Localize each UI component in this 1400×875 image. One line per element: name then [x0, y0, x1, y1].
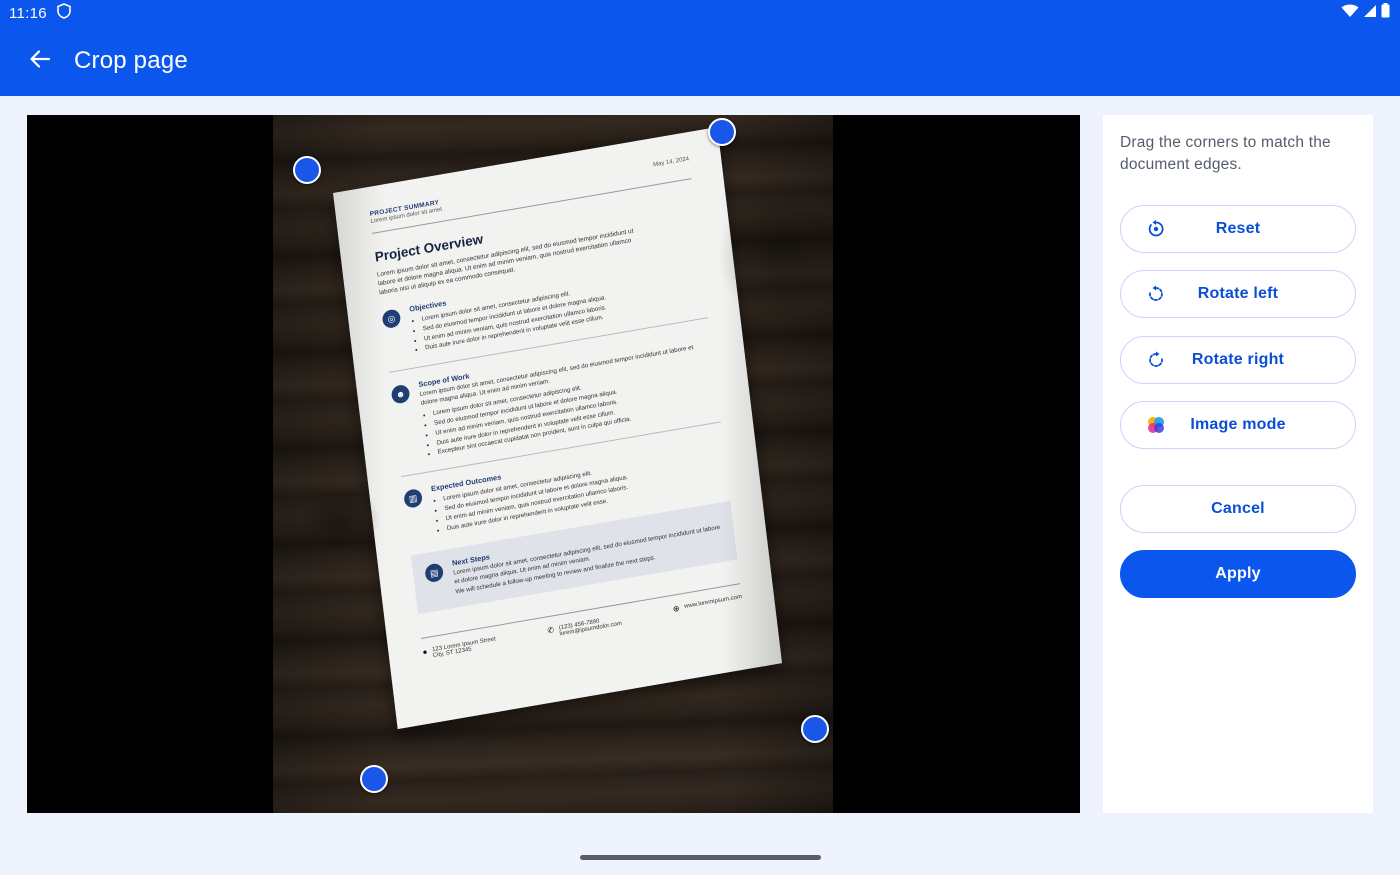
crop-handle-top-left[interactable] — [293, 156, 321, 184]
wifi-icon — [1341, 4, 1359, 23]
color-palette-icon — [1145, 414, 1167, 436]
crop-controls-panel: Drag the corners to match the document e… — [1103, 115, 1373, 813]
gesture-nav-handle[interactable] — [580, 855, 821, 860]
cancel-button[interactable]: Cancel — [1120, 485, 1356, 533]
apply-button[interactable]: Apply — [1120, 550, 1356, 598]
rotate-left-icon — [1145, 283, 1167, 305]
reset-label: Reset — [1215, 220, 1261, 237]
image-mode-label: Image mode — [1190, 416, 1286, 433]
signal-icon — [1363, 4, 1377, 23]
status-bar: 11:16 — [0, 0, 1400, 26]
reset-button[interactable]: Reset — [1120, 205, 1356, 253]
rotate-right-icon — [1145, 349, 1167, 371]
page-title: Crop page — [74, 47, 188, 74]
crop-handle-bottom-left[interactable] — [360, 765, 388, 793]
status-time: 11:16 — [9, 4, 47, 22]
reset-icon — [1145, 218, 1167, 240]
app-bar: Crop page — [0, 26, 1400, 96]
status-right — [1341, 3, 1390, 23]
apply-label: Apply — [1215, 565, 1261, 582]
shield-icon — [57, 2, 71, 24]
rotate-right-button[interactable]: Rotate right — [1120, 336, 1356, 384]
rotate-right-label: Rotate right — [1191, 351, 1285, 368]
crop-outline — [27, 115, 1080, 813]
arrow-back-icon — [28, 47, 52, 76]
battery-icon — [1381, 3, 1390, 23]
crop-handle-top-right[interactable] — [708, 118, 736, 146]
crop-canvas[interactable]: PROJECT SUMMARY Lorem ipsum dolor sit am… — [27, 115, 1080, 813]
crop-handle-bottom-right[interactable] — [801, 715, 829, 743]
crop-instructions: Drag the corners to match the document e… — [1120, 134, 1331, 173]
back-button[interactable] — [12, 33, 68, 89]
rotate-left-label: Rotate left — [1197, 285, 1279, 302]
status-left: 11:16 — [9, 2, 71, 24]
image-mode-button[interactable]: Image mode — [1120, 401, 1356, 449]
rotate-left-button[interactable]: Rotate left — [1120, 270, 1356, 318]
cancel-label: Cancel — [1211, 500, 1265, 517]
